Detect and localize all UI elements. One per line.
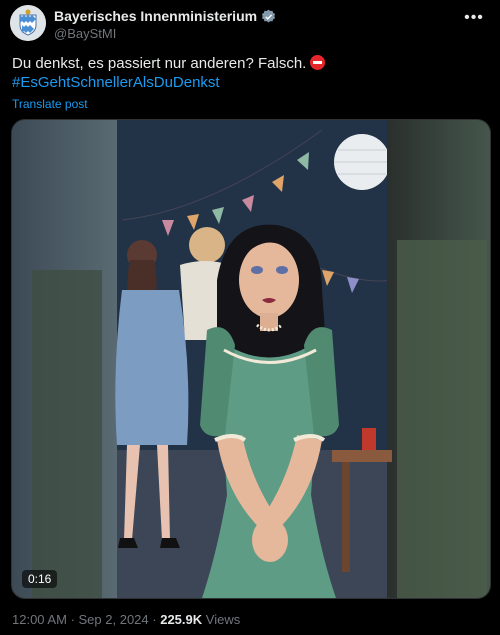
avatar[interactable] — [10, 5, 46, 41]
views-label: Views — [205, 612, 241, 627]
tweet-text: Du denkst, es passiert nur anderen? Fals… — [12, 54, 326, 74]
translate-post-link[interactable]: Translate post — [12, 97, 88, 111]
hashtag-link[interactable]: #EsGehtSchnellerAlsDuDenkst — [12, 74, 220, 91]
tweet-meta: 12:00 AM · Sep 2, 2024 · 225.9K Views — [12, 612, 241, 627]
video-frame — [12, 120, 490, 598]
video-duration-badge: 0:16 — [22, 570, 58, 588]
stop-sign-emoji — [310, 55, 326, 70]
more-options-icon[interactable]: ••• — [464, 9, 484, 26]
display-name[interactable]: Bayerisches Innenministerium — [54, 8, 257, 24]
tweet-time[interactable]: 12:00 AM — [12, 612, 67, 627]
handle[interactable]: @BayStMI — [54, 26, 116, 41]
bavaria-crest-icon — [10, 5, 46, 41]
video-player[interactable]: 0:16 — [11, 119, 491, 599]
views-count: 225.9K — [160, 612, 203, 627]
tweet-body: Du denkst, es passiert nur anderen? Fals… — [12, 55, 307, 72]
tweet-header: Bayerisches Innenministerium @BayStMI ••… — [10, 5, 490, 45]
tweet-date[interactable]: Sep 2, 2024 — [79, 612, 149, 627]
verified-badge-icon — [262, 9, 276, 22]
